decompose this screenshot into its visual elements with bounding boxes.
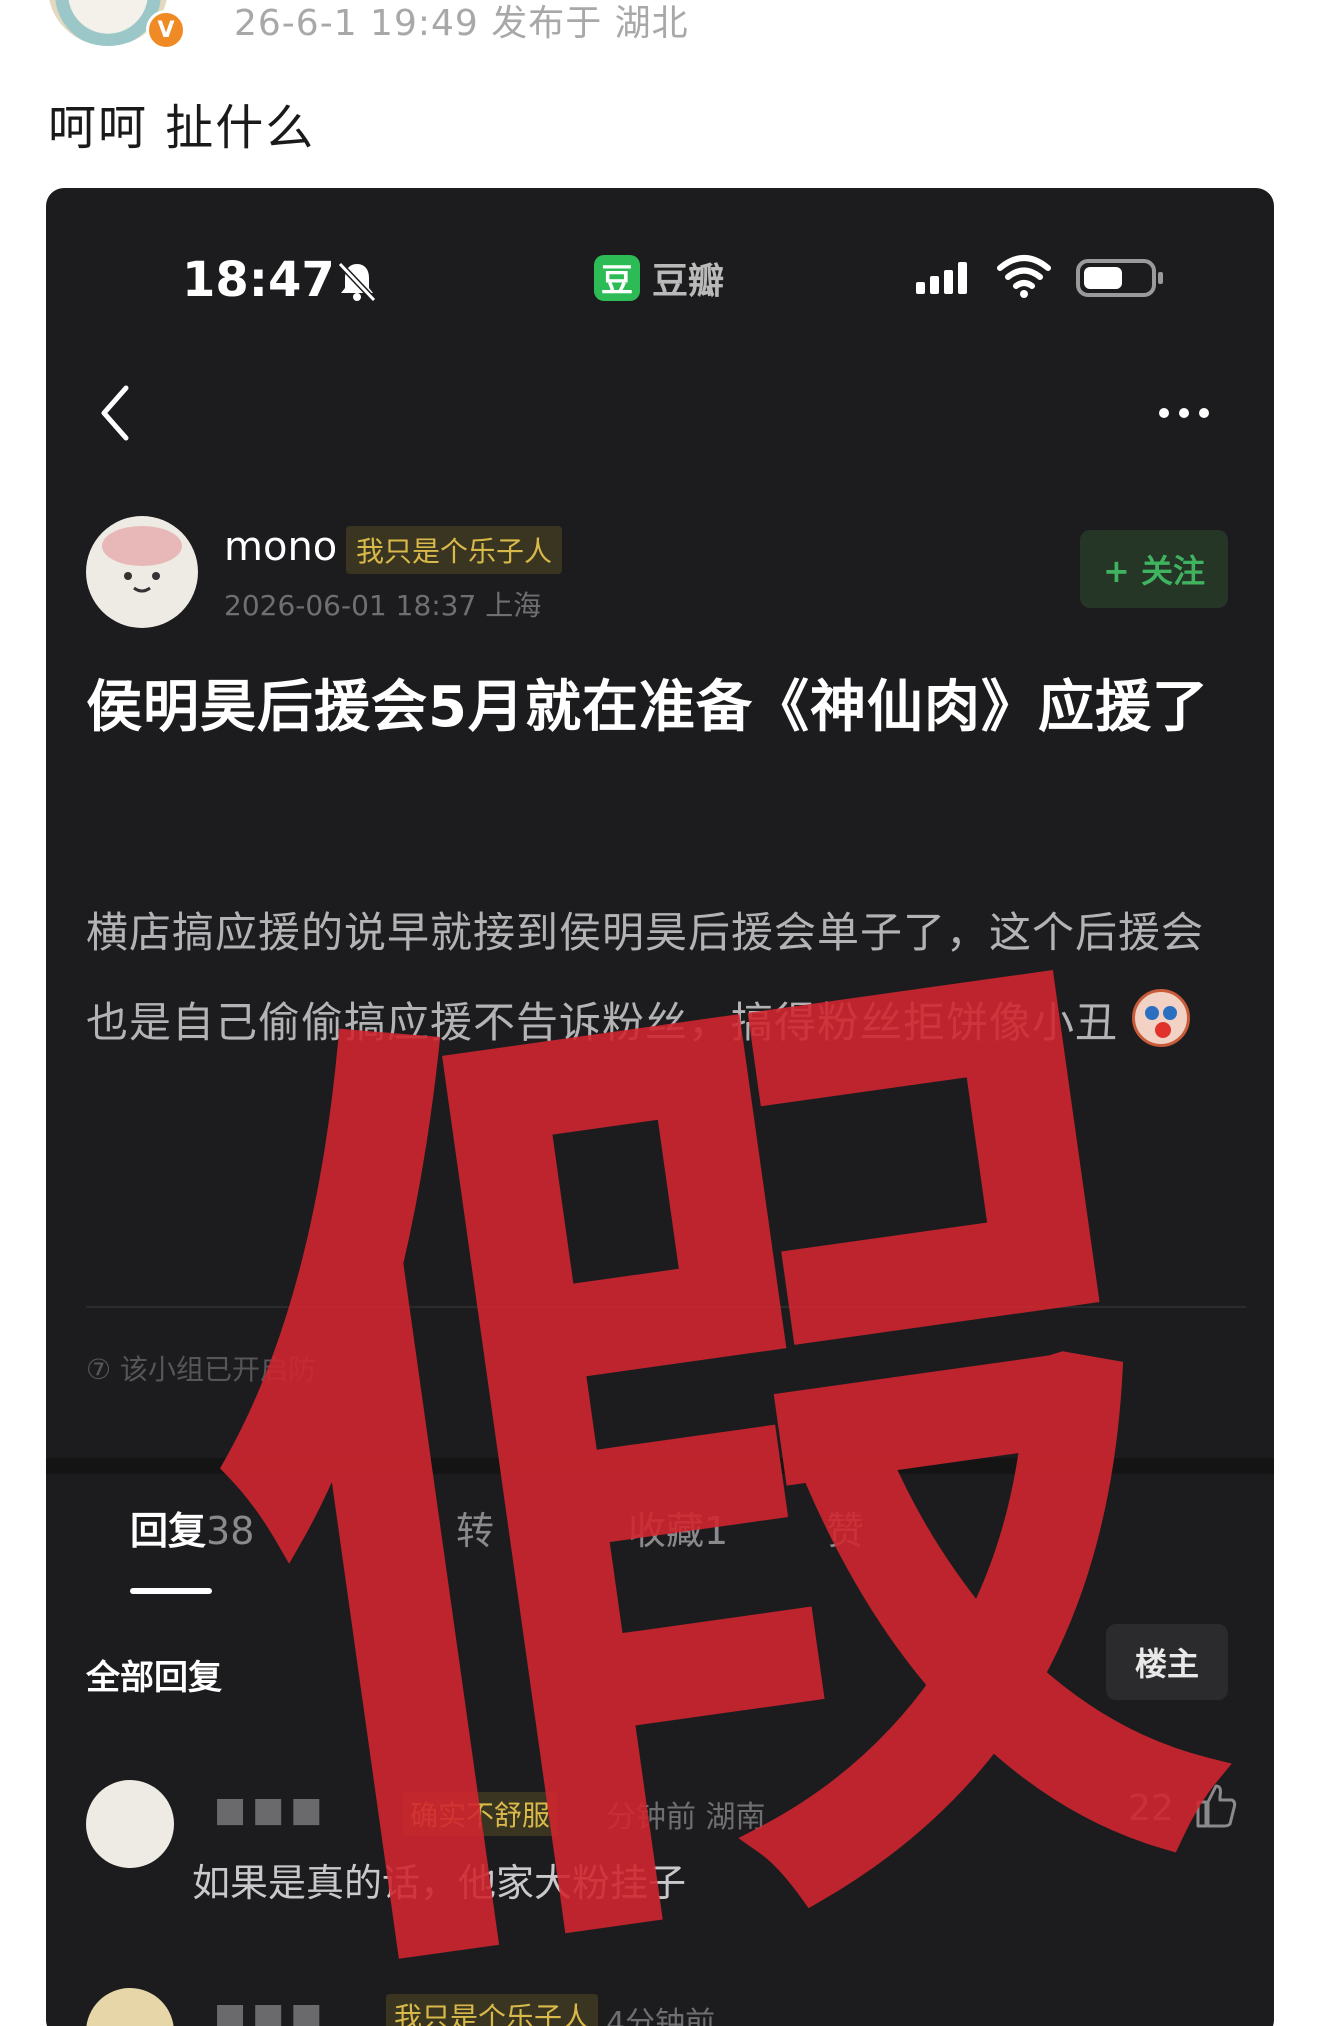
back-arrow-icon[interactable]: [86, 368, 146, 458]
post-body: 横店搞应援的说早就接到侯明昊后援会单子了，这个后援会也是自己偷偷搞应援不告诉粉丝…: [86, 888, 1246, 1068]
divider: [86, 1306, 1246, 1308]
post-text: 呵呵 扯什么: [48, 100, 316, 156]
group-notice: ⑦ 该小组已开启防: [86, 1353, 317, 1386]
reply-tag: 确实不舒服: [402, 1792, 559, 1836]
post-body-text: 横店搞应援的说早就接到侯明昊后援会单子了，这个后援会也是自己偷偷搞应援不告诉粉丝…: [86, 908, 1205, 1047]
reply-username[interactable]: ■■■: [214, 1996, 328, 2026]
wifi-icon: [997, 255, 1051, 298]
reply-meta: 分钟前 湖南: [606, 1800, 766, 1835]
app-name: 豆瓣: [652, 261, 725, 302]
tab-repost[interactable]: 转: [456, 1500, 494, 1555]
tab-replies-count: 38: [206, 1509, 255, 1553]
thumbs-up-icon[interactable]: [1192, 1780, 1238, 1830]
author-avatar-illustration: [102, 526, 182, 593]
more-options-icon[interactable]: [1146, 398, 1226, 428]
post-title: 侯明昊后援会5月就在准备《神仙肉》应援了: [86, 675, 1209, 740]
clown-emoji-icon: [1132, 989, 1191, 1047]
author-avatar[interactable]: [86, 516, 198, 628]
reply-avatar[interactable]: [86, 1780, 174, 1868]
op-only-filter-button[interactable]: 楼主: [1106, 1624, 1228, 1700]
reply-tabs: 回复38 转 收藏1 赞: [46, 1500, 1274, 1580]
embedded-screenshot[interactable]: 18:47 豆 豆瓣 mono 我只是个乐子人 2026-06-01 18:37…: [46, 188, 1274, 2026]
verified-badge-icon: V: [146, 10, 186, 50]
reply-tag: 我只是个乐子人: [386, 1994, 599, 2026]
post-meta: 26-6-1 19:49 发布于 湖北: [234, 3, 689, 44]
status-time: 18:47: [182, 252, 335, 308]
post-time: 2026-06-01 18:37 上海: [224, 589, 542, 622]
tab-replies[interactable]: 回复38: [130, 1500, 254, 1555]
reply-text: 如果是真的话，他家大粉挂子: [192, 1861, 687, 1905]
signal-icon: [916, 262, 967, 294]
tab-favorites-count: 1: [704, 1509, 729, 1553]
author-tag: 我只是个乐子人: [346, 526, 563, 574]
bell-muted-icon: [337, 261, 377, 303]
reply-like-count: 22: [1128, 1788, 1174, 1829]
battery-icon: [1076, 259, 1163, 297]
tab-favorites-label: 收藏: [628, 1509, 705, 1553]
reply-avatar[interactable]: [86, 1988, 174, 2026]
all-replies-label: 全部回复: [86, 1658, 222, 1698]
tab-likes[interactable]: 赞: [826, 1500, 864, 1555]
douban-mark-icon: 豆: [594, 255, 640, 301]
reply-meta: 4分钟前: [606, 2006, 716, 2026]
author-name[interactable]: mono: [224, 524, 337, 570]
tab-favorites[interactable]: 收藏1: [628, 1500, 728, 1555]
follow-button[interactable]: + 关注: [1080, 530, 1228, 608]
reply-username[interactable]: ■■■: [214, 1790, 328, 1830]
douban-logo: 豆 豆瓣: [594, 252, 724, 304]
section-separator: [46, 1458, 1274, 1474]
tab-replies-label: 回复: [130, 1509, 207, 1553]
status-bar: 18:47 豆 豆瓣: [46, 188, 1274, 368]
tab-active-indicator: [130, 1588, 212, 1594]
